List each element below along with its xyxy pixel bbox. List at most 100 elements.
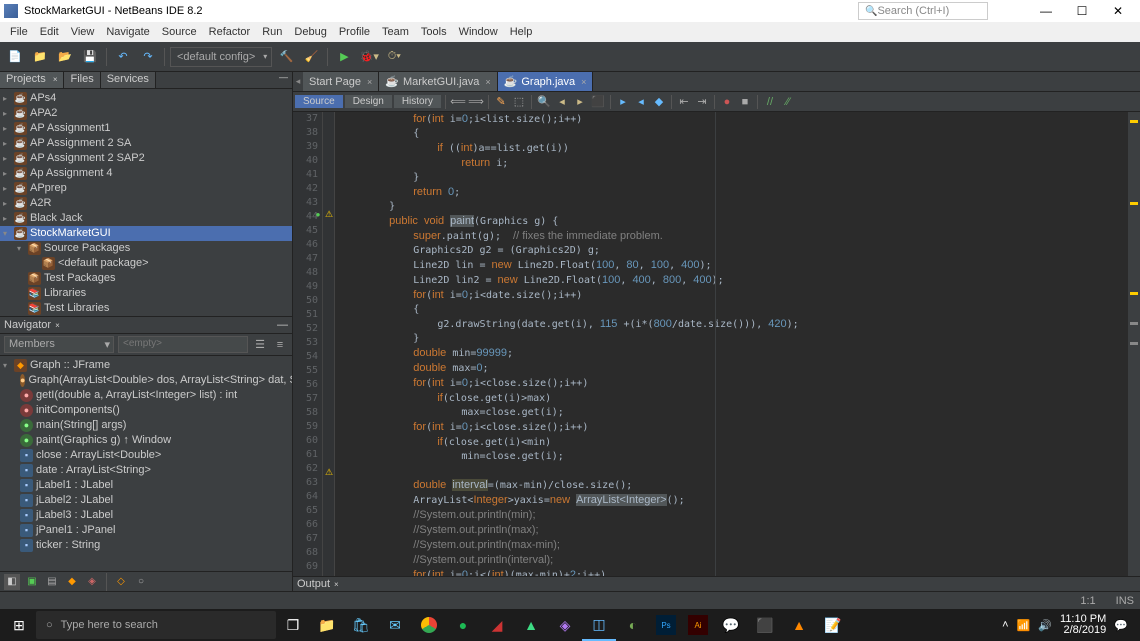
save-all-icon[interactable]: 💾	[79, 46, 101, 68]
tab-close-icon[interactable]: ×	[367, 77, 372, 87]
nav-member[interactable]: ▪jLabel1 : JLabel	[0, 478, 292, 493]
vlc-icon[interactable]: ▲	[782, 609, 816, 641]
tray-sound-icon[interactable]: 🔊	[1038, 619, 1052, 632]
run-config-dropdown[interactable]: <default config>	[170, 47, 272, 67]
project-item[interactable]: ▸☕A2R	[0, 196, 292, 211]
nav-back-icon[interactable]: ⟸	[450, 94, 466, 110]
profile-project-icon[interactable]: ⏱▾	[383, 46, 405, 68]
nav-member[interactable]: ▪jPanel1 : JPanel	[0, 523, 292, 538]
project-item[interactable]: 📚Libraries	[0, 286, 292, 301]
menu-tools[interactable]: Tools	[415, 26, 453, 38]
task-view-icon[interactable]: ❐	[276, 609, 310, 641]
nav-filter-1-icon[interactable]: ◧	[4, 574, 20, 590]
store-icon[interactable]: 🛍	[344, 609, 378, 641]
override-marker-icon[interactable]: ●	[313, 209, 323, 219]
overview-warning-mark[interactable]	[1130, 292, 1138, 295]
nav-filter-3-icon[interactable]: ▤	[44, 574, 60, 590]
menu-source[interactable]: Source	[156, 26, 203, 38]
overview-mark[interactable]	[1130, 342, 1138, 345]
taskbar-search-input[interactable]: ○ Type here to search	[36, 611, 276, 639]
riot-icon[interactable]: ◢	[480, 609, 514, 641]
start-macro-icon[interactable]: ●	[719, 94, 735, 110]
navigator-tree[interactable]: ▾◆Graph :: JFrame●Graph(ArrayList<Double…	[0, 356, 292, 571]
output-panel-header[interactable]: Output ×	[293, 576, 1140, 591]
navigator-filter-input[interactable]: <empty>	[118, 336, 248, 353]
nav-member[interactable]: ●initComponents()	[0, 403, 292, 418]
menu-help[interactable]: Help	[504, 26, 539, 38]
tray-chevron-icon[interactable]: ˄	[1002, 619, 1008, 631]
navigator-close-icon[interactable]: ×	[55, 321, 60, 330]
warning-marker-icon[interactable]: ⚠	[324, 209, 334, 219]
open-project-icon[interactable]: 📂	[54, 46, 76, 68]
comment-icon[interactable]: //	[762, 94, 778, 110]
subtab-design[interactable]: Design	[345, 95, 392, 108]
start-button[interactable]: ⊞	[2, 609, 36, 641]
nav-fwd-icon[interactable]: ⟹	[468, 94, 484, 110]
overview-warning-mark[interactable]	[1130, 120, 1138, 123]
code-editor[interactable]: for(int i=0;i<list.size();i++) { if ((in…	[335, 112, 1128, 576]
taskbar-clock[interactable]: 11:10 PM 2/8/2019	[1060, 614, 1106, 636]
navigator-minimize-icon[interactable]: —	[277, 319, 288, 331]
shift-right-icon[interactable]: ⇥	[694, 94, 710, 110]
uncomment-icon[interactable]: ⁄⁄	[780, 94, 796, 110]
illustrator-icon[interactable]: Ai	[688, 615, 708, 635]
menu-file[interactable]: File	[4, 26, 34, 38]
warning-marker-icon[interactable]: ⚠	[324, 467, 334, 477]
global-search-input[interactable]: 🔍 Search (Ctrl+I)	[858, 2, 988, 20]
nav-member[interactable]: ▪date : ArrayList<String>	[0, 463, 292, 478]
nav-member[interactable]: ●paint(Graphics g) ↑ Window	[0, 433, 292, 448]
nav-filter-5-icon[interactable]: ◈	[84, 574, 100, 590]
tab-close-icon[interactable]: ×	[581, 77, 586, 87]
minimize-button[interactable]: —	[1028, 0, 1064, 22]
photoshop-icon[interactable]: Ps	[656, 615, 676, 635]
debug-project-icon[interactable]: 🐞▾	[358, 46, 380, 68]
file-explorer-icon[interactable]: 📁	[310, 609, 344, 641]
nav-filter-4-icon[interactable]: ◆	[64, 574, 80, 590]
tab-start-page[interactable]: Start Page×	[303, 72, 379, 91]
project-item[interactable]: ▸☕Black Jack	[0, 211, 292, 226]
subtab-source[interactable]: Source	[295, 95, 343, 108]
project-item[interactable]: 📚Test Libraries	[0, 301, 292, 316]
epic-icon[interactable]: ⬛	[748, 609, 782, 641]
new-file-icon[interactable]: 📄	[4, 46, 26, 68]
last-edit-icon[interactable]: ✎	[493, 94, 509, 110]
navigator-view-dropdown[interactable]: Members▾	[4, 336, 114, 353]
nav-filter-7-icon[interactable]: ○	[133, 574, 149, 590]
maximize-button[interactable]: ☐	[1064, 0, 1100, 22]
next-bookmark-icon[interactable]: ◂	[633, 94, 649, 110]
projects-tree[interactable]: ▸☕APs4▸☕APA2▸☕AP Assignment1▸☕AP Assignm…	[0, 89, 292, 316]
clean-build-icon[interactable]: 🧹	[300, 46, 322, 68]
menu-edit[interactable]: Edit	[34, 26, 65, 38]
project-item[interactable]: ▾📦Source Packages	[0, 241, 292, 256]
output-close-icon[interactable]: ×	[334, 580, 339, 589]
overview-warning-mark[interactable]	[1130, 202, 1138, 205]
project-item[interactable]: ▾☕StockMarketGUI	[0, 226, 292, 241]
build-icon[interactable]: 🔨	[275, 46, 297, 68]
android-studio-icon[interactable]: ▲	[514, 609, 548, 641]
find-prev-icon[interactable]: ◂	[554, 94, 570, 110]
notifications-icon[interactable]: 💬	[1114, 619, 1128, 632]
nav-root[interactable]: ▾◆Graph :: JFrame	[0, 358, 292, 373]
tab-projects[interactable]: Projects ×	[0, 72, 64, 88]
new-project-icon[interactable]: 📁	[29, 46, 51, 68]
menu-profile[interactable]: Profile	[333, 26, 376, 38]
project-item[interactable]: ▸☕APs4	[0, 91, 292, 106]
nav-member[interactable]: ▪close : ArrayList<Double>	[0, 448, 292, 463]
subtab-history[interactable]: History	[394, 95, 441, 108]
menu-navigate[interactable]: Navigate	[100, 26, 155, 38]
eclipse-icon[interactable]: ◐	[616, 609, 650, 641]
project-item[interactable]: 📦Test Packages	[0, 271, 292, 286]
tab-close-icon[interactable]: ×	[485, 77, 490, 87]
nav-member[interactable]: ▪ticker : String	[0, 538, 292, 553]
menu-view[interactable]: View	[65, 26, 101, 38]
mail-icon[interactable]: ✉	[378, 609, 412, 641]
menu-team[interactable]: Team	[376, 26, 415, 38]
project-item[interactable]: 📦<default package>	[0, 256, 292, 271]
nav-list-icon[interactable]: ≡	[272, 337, 288, 353]
close-button[interactable]: ✕	[1100, 0, 1136, 22]
tab-scroll-left-icon[interactable]: ◂	[293, 72, 303, 91]
visual-studio-icon[interactable]: ◈	[548, 609, 582, 641]
menu-window[interactable]: Window	[453, 26, 504, 38]
toggle-highlight-icon[interactable]: ⬛	[590, 94, 606, 110]
tab-graph[interactable]: ☕Graph.java×	[498, 72, 594, 91]
